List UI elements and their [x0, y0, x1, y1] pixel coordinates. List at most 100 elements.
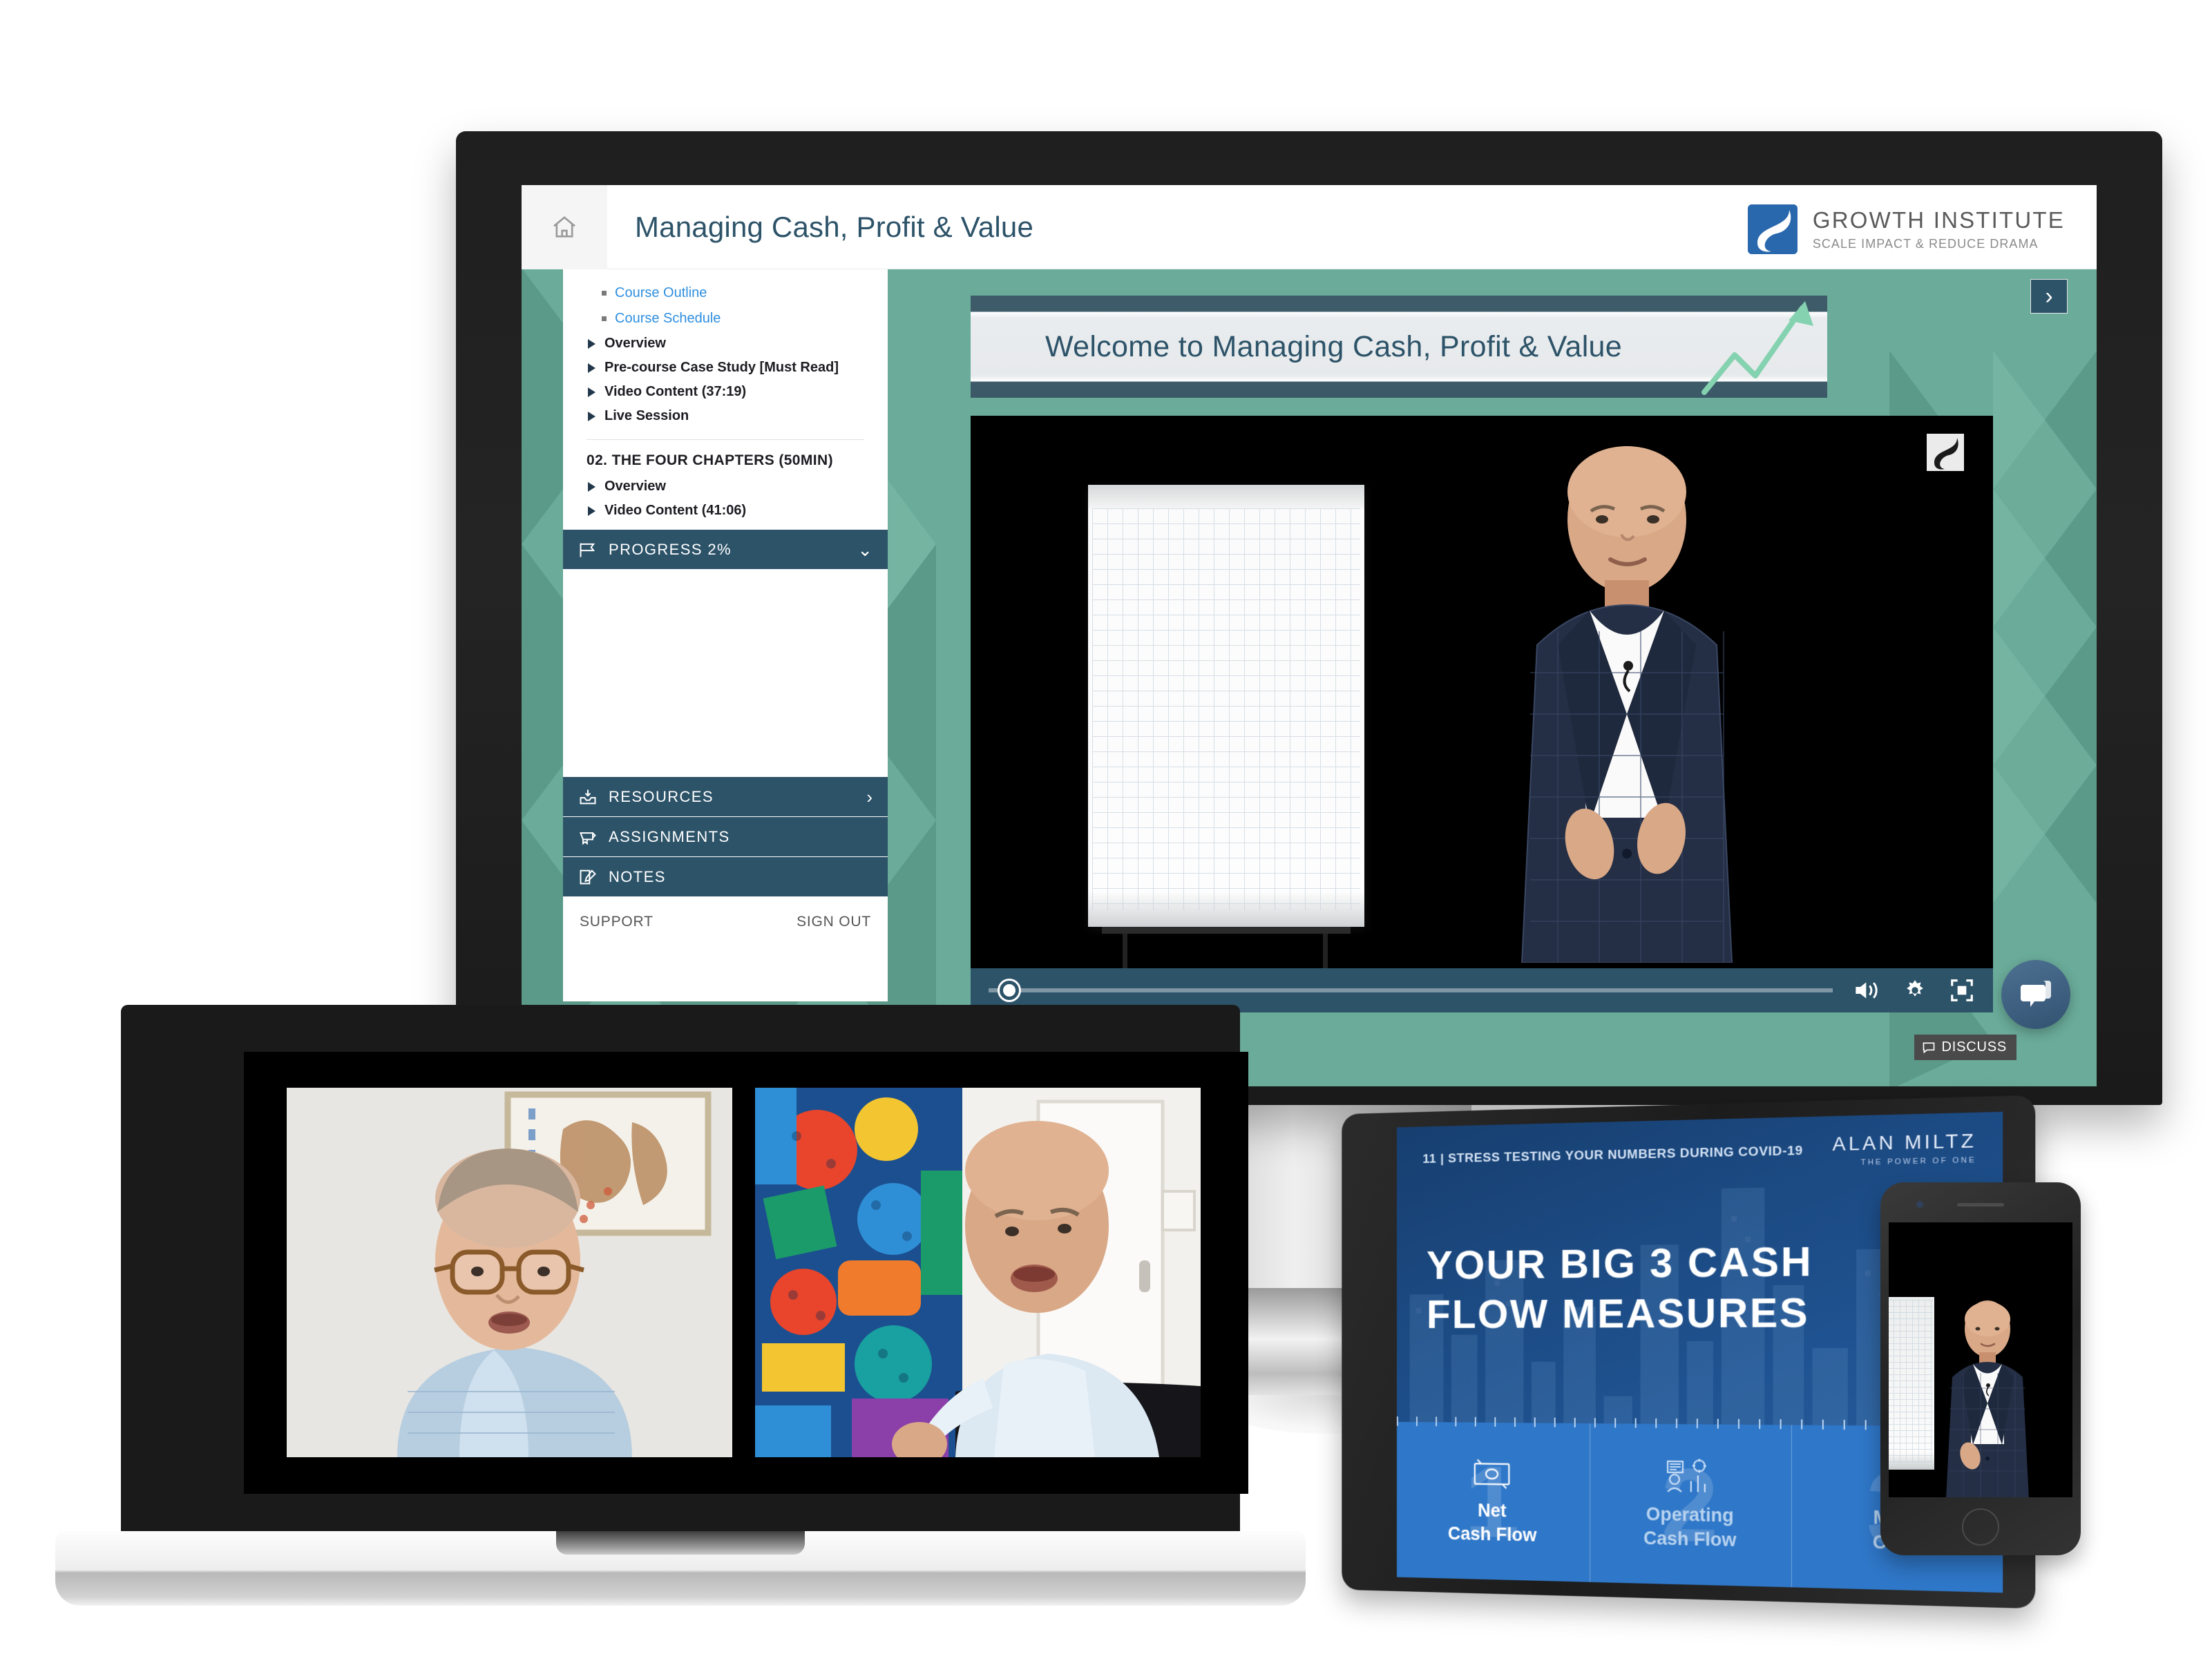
- discuss-label: DISCUSS: [1941, 1039, 2007, 1055]
- sidebar-item-progress[interactable]: PROGRESS 2% ⌄: [563, 530, 888, 570]
- measure-item: 1 Net Cash Flow: [1396, 1421, 1590, 1582]
- measure-line-1: Operating: [1646, 1503, 1734, 1526]
- phone-camera-icon: [1916, 1201, 1923, 1208]
- sign-out-link[interactable]: SIGN OUT: [797, 914, 871, 930]
- logo-tagline: SCALE IMPACT & REDUCE DRAMA: [1812, 237, 2039, 251]
- fullscreen-icon[interactable]: [1949, 977, 1975, 1003]
- sidebar-link-course-schedule[interactable]: Course Schedule: [615, 311, 721, 327]
- sidebar-item-resources[interactable]: RESOURCES ›: [563, 777, 888, 817]
- course-sidebar: Course Outline Course Schedule Overview …: [563, 269, 888, 1001]
- desktop-monitor: Managing Cash, Profit & Value GROWTH INS…: [456, 131, 2162, 1105]
- flag-icon: [580, 543, 595, 557]
- diploma-icon: [580, 832, 596, 845]
- caret-right-icon: [588, 411, 595, 421]
- slide-brand: ALAN MILTZ THE POWER OF ONE: [1832, 1130, 1976, 1168]
- next-lesson-button[interactable]: ›: [2030, 279, 2068, 314]
- divider: [587, 439, 864, 440]
- flipchart: [1088, 485, 1364, 927]
- slide-title-line-2: FLOW MEASURES: [1427, 1289, 1810, 1337]
- inbox-download-icon: [580, 789, 596, 804]
- phone-screen: [1889, 1222, 2072, 1497]
- composite-device-mockup: Managing Cash, Profit & Value GROWTH INS…: [0, 0, 2212, 1672]
- laptop-device: [55, 1005, 1306, 1606]
- phone-presenter-figure: [1946, 1300, 2029, 1497]
- assignments-label: ASSIGNMENTS: [609, 827, 730, 845]
- flipchart-top-roll: [1088, 485, 1364, 508]
- list-item[interactable]: Course Schedule: [563, 306, 888, 331]
- chat-widget-button[interactable]: [2001, 960, 2070, 1029]
- bullet-icon: [602, 316, 607, 321]
- welcome-slide-title: Welcome to Managing Cash, Profit & Value: [1045, 330, 1622, 363]
- list-item[interactable]: Live Session: [563, 404, 888, 428]
- welcome-slide: Welcome to Managing Cash, Profit & Value: [971, 296, 1827, 398]
- phone-device: [1880, 1182, 2081, 1555]
- sidebar-section-title: 02. THE FOUR CHAPTERS (50MIN): [587, 452, 833, 468]
- list-item[interactable]: Video Content (41:06): [563, 499, 888, 523]
- video-player[interactable]: [971, 416, 1993, 968]
- caret-right-icon: [588, 338, 595, 349]
- caret-right-icon: [588, 481, 595, 492]
- list-item[interactable]: Course Outline: [563, 280, 888, 306]
- resources-label: RESOURCES: [609, 787, 714, 805]
- chevron-right-icon: ›: [2045, 283, 2053, 309]
- home-icon: [553, 215, 575, 238]
- banknote-icon: [1469, 1455, 1516, 1492]
- phone-speaker: [1957, 1203, 2004, 1207]
- presenter-figure: [1520, 446, 1733, 963]
- list-item[interactable]: Pre-course Case Study [Must Read]: [563, 356, 888, 380]
- measure-line-2: Cash Flow: [1447, 1523, 1537, 1546]
- sidebar-item-label: Overview: [604, 479, 666, 494]
- measure-line-1: Net: [1478, 1500, 1507, 1521]
- logo-name: GROWTH INSTITUTE: [1812, 207, 2065, 233]
- laptop-screen: [244, 1052, 1248, 1494]
- support-link[interactable]: SUPPORT: [580, 914, 654, 930]
- bullet-icon: [602, 291, 607, 296]
- progress-panel: [563, 570, 888, 777]
- sidebar-footer: SUPPORT SIGN OUT: [563, 897, 888, 947]
- home-button[interactable]: [522, 185, 607, 269]
- phone-home-button[interactable]: [1962, 1508, 1999, 1546]
- sidebar-item-label: Live Session: [604, 408, 689, 423]
- notes-label: NOTES: [609, 867, 666, 885]
- sidebar-link-course-outline[interactable]: Course Outline: [615, 285, 707, 301]
- video-call-participant-left: [287, 1088, 732, 1457]
- seek-handle[interactable]: [1000, 981, 1019, 1000]
- caret-right-icon: [588, 506, 595, 516]
- sidebar-item-notes[interactable]: NOTES: [563, 857, 888, 897]
- measure-label: Net Cash Flow: [1448, 1498, 1537, 1547]
- note-edit-icon: [580, 869, 596, 884]
- measure-line-2: Cash Flow: [1643, 1528, 1737, 1550]
- volume-icon[interactable]: [1853, 979, 1881, 1002]
- flipchart-stand-icon: [1102, 927, 1351, 968]
- chat-bubbles-icon: [2021, 981, 2051, 1007]
- sidebar-item-label: Overview: [604, 336, 666, 351]
- laptop-lid: [121, 1005, 1248, 1547]
- sidebar-item-assignments[interactable]: ASSIGNMENTS: [563, 817, 888, 857]
- measure-label: Operating Cash Flow: [1643, 1502, 1736, 1553]
- lesson-content: Welcome to Managing Cash, Profit & Value: [908, 269, 2097, 1086]
- slide-title-line-1: YOUR BIG 3 CASH: [1427, 1238, 1813, 1288]
- list-item[interactable]: Video Content (37:19): [563, 380, 888, 404]
- slide-title: YOUR BIG 3 CASH FLOW MEASURES: [1427, 1236, 1813, 1338]
- growth-institute-mark-icon: [1747, 204, 1798, 254]
- analytics-person-icon: [1663, 1457, 1716, 1497]
- progress-label: PROGRESS 2%: [609, 540, 732, 558]
- seek-bar[interactable]: [989, 981, 1833, 1000]
- growth-arrow-icon: [1701, 301, 1813, 395]
- laptop-trackpad-notch: [556, 1531, 805, 1555]
- caret-right-icon: [588, 363, 595, 373]
- monitor-screen: Managing Cash, Profit & Value GROWTH INS…: [522, 185, 2097, 1086]
- caret-right-icon: [588, 387, 595, 397]
- gear-icon[interactable]: [1902, 977, 1928, 1003]
- list-item[interactable]: Overview: [563, 474, 888, 499]
- growth-institute-watermark-icon: [1927, 434, 1964, 471]
- sidebar-item-label: Video Content (37:19): [604, 384, 747, 399]
- brand-name: ALAN MILTZ: [1832, 1129, 1976, 1155]
- list-item[interactable]: Overview: [563, 331, 888, 356]
- course-outline-list[interactable]: Course Outline Course Schedule Overview …: [563, 269, 888, 523]
- page-title: Managing Cash, Profit & Value: [635, 210, 1034, 243]
- sidebar-item-label: Video Content (41:06): [604, 503, 747, 518]
- discuss-button[interactable]: DISCUSS: [1914, 1035, 2016, 1060]
- video-call-participant-right: [755, 1088, 1201, 1457]
- speech-bubble-icon: [1923, 1042, 1935, 1053]
